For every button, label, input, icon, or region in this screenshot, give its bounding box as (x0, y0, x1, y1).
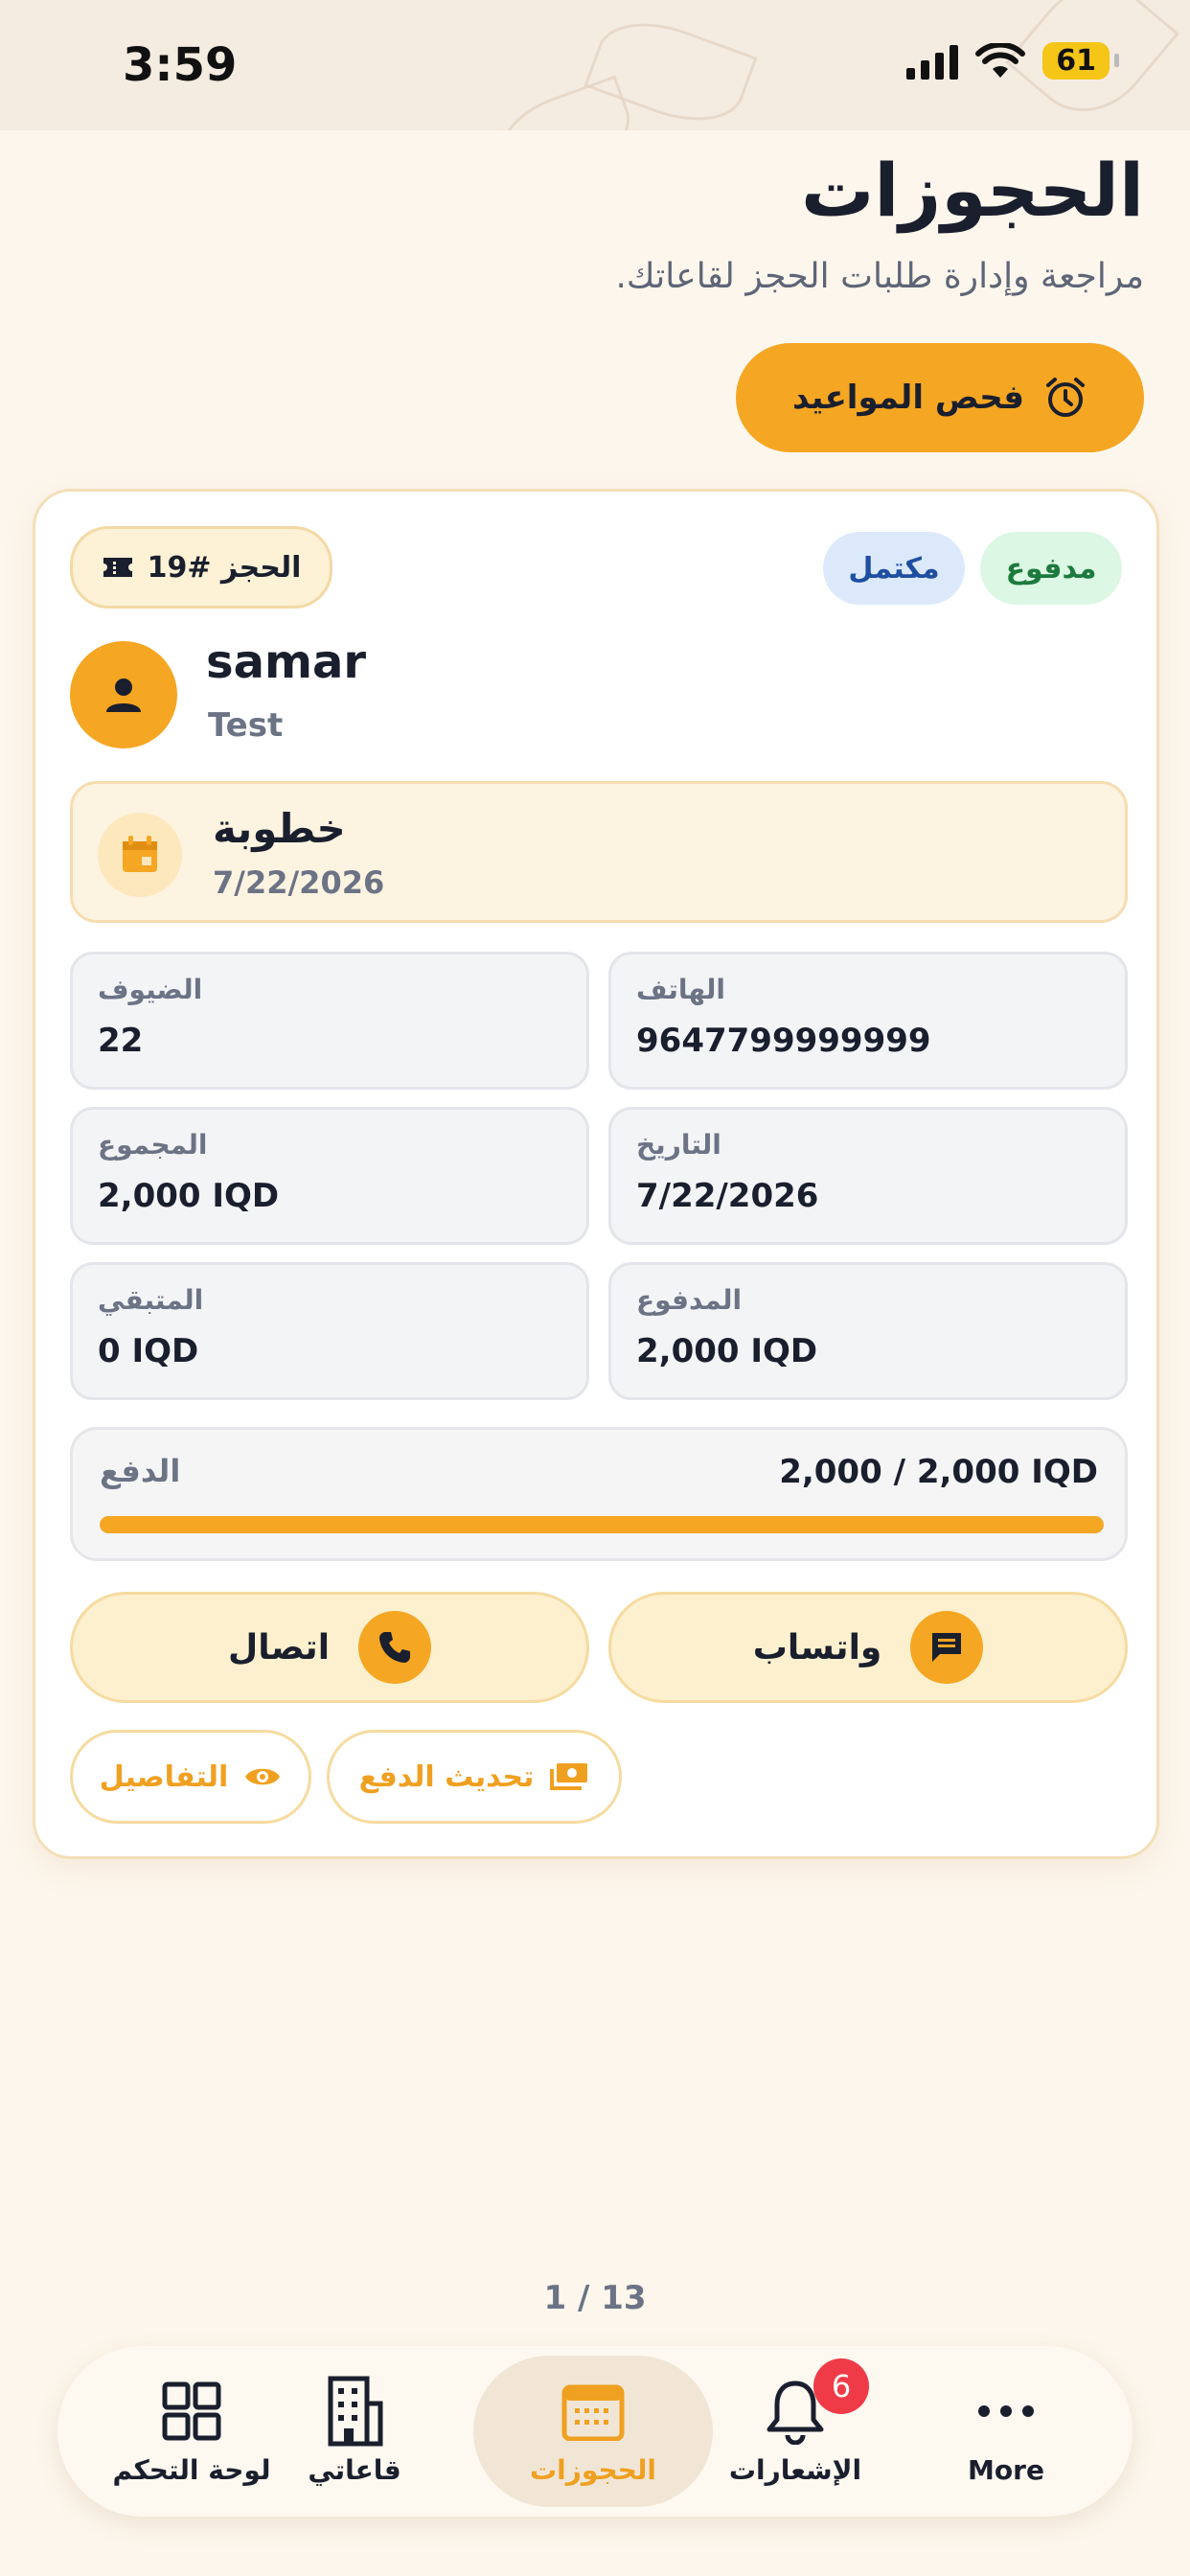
signal-icon (906, 43, 959, 80)
bottom-tab-bar: More 6 الإشعارات الحجوزات قاعاتي لوحة ال… (57, 2346, 1133, 2517)
update-payment-label: تحديث الدفع (358, 1760, 535, 1794)
calendar-icon (560, 2378, 627, 2445)
tab-notifications[interactable]: 6 الإشعارات (690, 2356, 901, 2507)
notification-badge: 6 (813, 2358, 869, 2414)
pager-indicator: 1 / 13 (543, 2279, 647, 2317)
info-phone: الهاتف 9647799999999 (608, 952, 1128, 1090)
more-icon (973, 2378, 1040, 2445)
info-value: 2,000 IQD (98, 1177, 280, 1215)
booking-number-pill: الحجز #19 (70, 526, 332, 609)
page-title: الحجوزات (801, 148, 1144, 233)
check-availability-label: فحص المواعيد (792, 379, 1024, 417)
event-summary: خطوبة 7/22/2026 (70, 781, 1128, 923)
info-value: 7/22/2026 (636, 1177, 819, 1215)
info-label: المتبقي (98, 1284, 204, 1316)
info-label: المجموع (98, 1129, 208, 1161)
tab-dashboard[interactable]: لوحة التحكم (86, 2356, 297, 2507)
booking-card: الحجز #19 مكتمل مدفوع samar Test خطوبة 7… (33, 489, 1159, 1859)
tab-bookings[interactable]: الحجوزات (473, 2356, 713, 2507)
info-guests: الضيوف 22 (70, 952, 589, 1090)
chat-icon (910, 1611, 984, 1684)
status-badge-paid: مدفوع (980, 532, 1122, 605)
tab-label: More (968, 2453, 1044, 2486)
info-label: الضيوف (98, 974, 203, 1005)
tab-more[interactable]: More (901, 2356, 1111, 2507)
tab-my-halls[interactable]: قاعاتي (287, 2356, 422, 2507)
info-total: المجموع 2,000 IQD (70, 1107, 589, 1245)
info-value: 22 (98, 1022, 144, 1060)
ticket-icon (103, 558, 132, 577)
phone-icon (358, 1611, 432, 1684)
details-label: التفاصيل (99, 1760, 229, 1794)
status-badge-completed: مكتمل (823, 532, 965, 605)
calendar-event-icon (98, 813, 182, 897)
cash-icon (550, 1763, 588, 1790)
customer-name: samar (206, 635, 367, 689)
dashboard-icon (158, 2378, 225, 2445)
bell-icon: 6 (762, 2358, 869, 2445)
tab-label: لوحة التحكم (112, 2453, 271, 2486)
info-value: 9647799999999 (636, 1022, 931, 1060)
tab-label: قاعاتي (308, 2453, 401, 2486)
building-icon (321, 2376, 388, 2446)
payment-total: 2,000 / 2,000 IQD (779, 1453, 1098, 1491)
wifi-icon (975, 42, 1026, 78)
update-payment-button[interactable]: تحديث الدفع (327, 1730, 622, 1824)
payment-progress-track (100, 1516, 1104, 1533)
event-title: خطوبة (213, 805, 346, 852)
details-button[interactable]: التفاصيل (70, 1730, 311, 1824)
booking-number: الحجز #19 (147, 550, 302, 585)
status-time: 3:59 (123, 38, 238, 92)
eye-icon (245, 1768, 281, 1785)
info-value: 0 IQD (98, 1332, 199, 1370)
info-remaining: المتبقي 0 IQD (70, 1262, 589, 1400)
status-bar: 3:59 61 (0, 0, 1190, 130)
event-date: 7/22/2026 (213, 864, 385, 901)
call-label: اتصال (227, 1627, 331, 1668)
customer-subtitle: Test (208, 706, 284, 745)
whatsapp-button[interactable]: واتساب (608, 1592, 1128, 1703)
info-date: التاريخ 7/22/2026 (608, 1107, 1128, 1245)
info-label: الهاتف (636, 974, 725, 1005)
info-label: التاريخ (636, 1129, 721, 1161)
call-button[interactable]: اتصال (70, 1592, 589, 1703)
info-value: 2,000 IQD (636, 1332, 818, 1370)
person-icon (106, 678, 141, 712)
info-label: المدفوع (636, 1284, 743, 1316)
avatar (70, 641, 177, 748)
check-availability-button[interactable]: فحص المواعيد (736, 343, 1144, 452)
payment-progress-box: الدفع 2,000 / 2,000 IQD (70, 1427, 1128, 1561)
page-subtitle: مراجعة وإدارة طلبات الحجز لقاعاتك. (615, 257, 1144, 296)
battery-indicator: 61 (1042, 42, 1119, 80)
whatsapp-label: واتساب (752, 1627, 882, 1668)
tab-label: الإشعارات (728, 2453, 862, 2486)
payment-progress-fill (100, 1516, 1104, 1533)
tab-label: الحجوزات (530, 2453, 656, 2486)
alarm-clock-icon (1045, 378, 1085, 417)
info-paid: المدفوع 2,000 IQD (608, 1262, 1128, 1400)
